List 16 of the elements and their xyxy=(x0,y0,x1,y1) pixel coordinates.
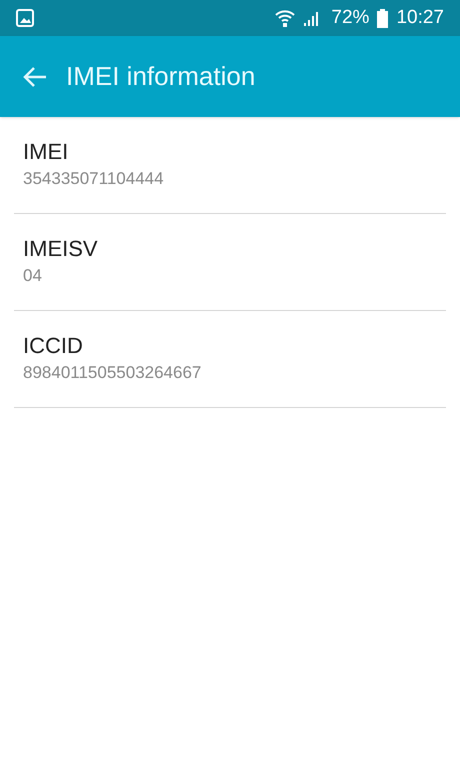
info-row[interactable]: ICCID 8984011505503264667 xyxy=(14,311,446,408)
back-arrow-icon xyxy=(22,64,48,88)
info-value: 8984011505503264667 xyxy=(23,362,202,384)
info-row[interactable]: IMEISV 04 xyxy=(14,214,446,311)
info-value: 04 xyxy=(23,265,43,287)
info-label: ICCID xyxy=(23,332,84,360)
battery-percent: 72% xyxy=(331,6,370,30)
info-label: IMEISV xyxy=(23,235,99,263)
wifi-icon xyxy=(275,8,296,28)
info-row[interactable]: IMEI 354335071104444 xyxy=(14,117,446,214)
info-value: 354335071104444 xyxy=(23,168,165,190)
clock: 10:27 xyxy=(396,6,444,30)
screen-title: IMEI information xyxy=(66,60,256,93)
info-label: IMEI xyxy=(23,138,70,166)
battery-icon xyxy=(377,8,388,28)
gallery-icon xyxy=(16,9,34,27)
